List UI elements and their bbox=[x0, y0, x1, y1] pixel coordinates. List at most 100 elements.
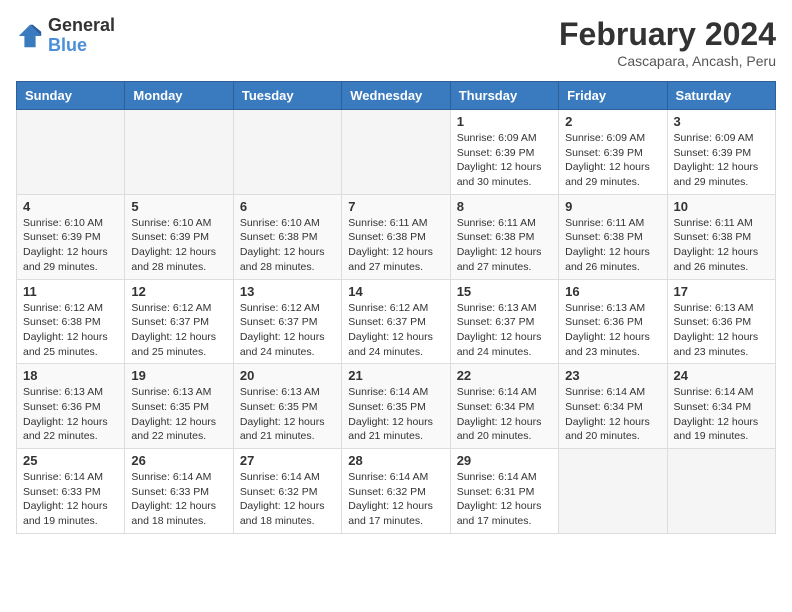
calendar-cell: 7 Sunrise: 6:11 AM Sunset: 6:38 PM Daylig… bbox=[342, 194, 450, 279]
calendar-cell bbox=[233, 110, 341, 195]
day-info: Sunrise: 6:09 AM Sunset: 6:39 PM Dayligh… bbox=[674, 131, 769, 190]
calendar-cell: 17 Sunrise: 6:13 AM Sunset: 6:36 PM Dayli… bbox=[667, 279, 775, 364]
day-info: Sunrise: 6:14 AM Sunset: 6:31 PM Dayligh… bbox=[457, 470, 552, 529]
day-number: 25 bbox=[23, 453, 118, 468]
day-info: Sunrise: 6:10 AM Sunset: 6:39 PM Dayligh… bbox=[131, 216, 226, 275]
day-number: 6 bbox=[240, 199, 335, 214]
calendar-cell: 4 Sunrise: 6:10 AM Sunset: 6:39 PM Daylig… bbox=[17, 194, 125, 279]
day-info: Sunrise: 6:13 AM Sunset: 6:37 PM Dayligh… bbox=[457, 301, 552, 360]
calendar-week-2: 4 Sunrise: 6:10 AM Sunset: 6:39 PM Daylig… bbox=[17, 194, 776, 279]
day-info: Sunrise: 6:11 AM Sunset: 6:38 PM Dayligh… bbox=[348, 216, 443, 275]
day-header-saturday: Saturday bbox=[667, 82, 775, 110]
day-info: Sunrise: 6:10 AM Sunset: 6:39 PM Dayligh… bbox=[23, 216, 118, 275]
logo-general: General Blue bbox=[48, 16, 115, 56]
calendar-week-1: 1 Sunrise: 6:09 AM Sunset: 6:39 PM Daylig… bbox=[17, 110, 776, 195]
day-info: Sunrise: 6:12 AM Sunset: 6:37 PM Dayligh… bbox=[348, 301, 443, 360]
day-number: 28 bbox=[348, 453, 443, 468]
calendar-cell: 1 Sunrise: 6:09 AM Sunset: 6:39 PM Daylig… bbox=[450, 110, 558, 195]
calendar-cell: 18 Sunrise: 6:13 AM Sunset: 6:36 PM Dayli… bbox=[17, 364, 125, 449]
day-number: 20 bbox=[240, 368, 335, 383]
calendar-cell: 9Sunrise: 6:11 AM Sunset: 6:38 PM Daylig… bbox=[559, 194, 667, 279]
day-header-sunday: Sunday bbox=[17, 82, 125, 110]
day-info: Sunrise: 6:14 AM Sunset: 6:33 PM Dayligh… bbox=[23, 470, 118, 529]
calendar-cell bbox=[559, 449, 667, 534]
day-number: 17 bbox=[674, 284, 769, 299]
calendar-cell bbox=[17, 110, 125, 195]
day-info: Sunrise: 6:14 AM Sunset: 6:35 PM Dayligh… bbox=[348, 385, 443, 444]
day-info: Sunrise: 6:11 AM Sunset: 6:38 PM Dayligh… bbox=[674, 216, 769, 275]
calendar-body: 1 Sunrise: 6:09 AM Sunset: 6:39 PM Daylig… bbox=[17, 110, 776, 534]
day-info: Sunrise: 6:11 AM Sunset: 6:38 PM Dayligh… bbox=[457, 216, 552, 275]
calendar-cell: 16 Sunrise: 6:13 AM Sunset: 6:36 PM Dayli… bbox=[559, 279, 667, 364]
calendar-cell: 29 Sunrise: 6:14 AM Sunset: 6:31 PM Dayli… bbox=[450, 449, 558, 534]
calendar-cell: 10 Sunrise: 6:11 AM Sunset: 6:38 PM Dayli… bbox=[667, 194, 775, 279]
day-info: Sunrise: 6:13 AM Sunset: 6:36 PM Dayligh… bbox=[23, 385, 118, 444]
calendar-cell bbox=[125, 110, 233, 195]
calendar-cell: 22 Sunrise: 6:14 AM Sunset: 6:34 PM Dayli… bbox=[450, 364, 558, 449]
day-info: Sunrise: 6:13 AM Sunset: 6:35 PM Dayligh… bbox=[131, 385, 226, 444]
day-info: Sunrise: 6:13 AM Sunset: 6:35 PM Dayligh… bbox=[240, 385, 335, 444]
calendar-cell: 13Sunrise: 6:12 AM Sunset: 6:37 PM Dayli… bbox=[233, 279, 341, 364]
day-number: 11 bbox=[23, 284, 118, 299]
day-number: 21 bbox=[348, 368, 443, 383]
day-header-wednesday: Wednesday bbox=[342, 82, 450, 110]
calendar-cell: 20 Sunrise: 6:13 AM Sunset: 6:35 PM Dayli… bbox=[233, 364, 341, 449]
calendar-cell: 12Sunrise: 6:12 AM Sunset: 6:37 PM Dayli… bbox=[125, 279, 233, 364]
day-info: Sunrise: 6:14 AM Sunset: 6:33 PM Dayligh… bbox=[131, 470, 226, 529]
day-number: 15 bbox=[457, 284, 552, 299]
day-number: 8 bbox=[457, 199, 552, 214]
day-number: 29 bbox=[457, 453, 552, 468]
calendar-cell bbox=[342, 110, 450, 195]
calendar-week-5: 25 Sunrise: 6:14 AM Sunset: 6:33 PM Dayli… bbox=[17, 449, 776, 534]
calendar-cell: 27 Sunrise: 6:14 AM Sunset: 6:32 PM Dayli… bbox=[233, 449, 341, 534]
calendar-cell bbox=[667, 449, 775, 534]
day-info: Sunrise: 6:12 AM Sunset: 6:38 PM Dayligh… bbox=[23, 301, 118, 360]
calendar-cell: 25 Sunrise: 6:14 AM Sunset: 6:33 PM Dayli… bbox=[17, 449, 125, 534]
day-number: 23 bbox=[565, 368, 660, 383]
day-number: 27 bbox=[240, 453, 335, 468]
day-number: 13 bbox=[240, 284, 335, 299]
day-number: 3 bbox=[674, 114, 769, 129]
calendar-cell: 14Sunrise: 6:12 AM Sunset: 6:37 PM Dayli… bbox=[342, 279, 450, 364]
calendar-cell: 2 Sunrise: 6:09 AM Sunset: 6:39 PM Daylig… bbox=[559, 110, 667, 195]
calendar-cell: 6 Sunrise: 6:10 AM Sunset: 6:38 PM Daylig… bbox=[233, 194, 341, 279]
day-info: Sunrise: 6:14 AM Sunset: 6:34 PM Dayligh… bbox=[457, 385, 552, 444]
calendar-cell: 8 Sunrise: 6:11 AM Sunset: 6:38 PM Daylig… bbox=[450, 194, 558, 279]
day-number: 2 bbox=[565, 114, 660, 129]
day-header-friday: Friday bbox=[559, 82, 667, 110]
day-info: Sunrise: 6:13 AM Sunset: 6:36 PM Dayligh… bbox=[565, 301, 660, 360]
day-info: Sunrise: 6:13 AM Sunset: 6:36 PM Dayligh… bbox=[674, 301, 769, 360]
logo-icon bbox=[16, 22, 44, 50]
day-info: Sunrise: 6:14 AM Sunset: 6:34 PM Dayligh… bbox=[674, 385, 769, 444]
day-number: 10 bbox=[674, 199, 769, 214]
calendar-cell: 19Sunrise: 6:13 AM Sunset: 6:35 PM Dayli… bbox=[125, 364, 233, 449]
calendar-cell: 5 Sunrise: 6:10 AM Sunset: 6:39 PM Daylig… bbox=[125, 194, 233, 279]
day-info: Sunrise: 6:14 AM Sunset: 6:32 PM Dayligh… bbox=[240, 470, 335, 529]
day-number: 26 bbox=[131, 453, 226, 468]
day-number: 22 bbox=[457, 368, 552, 383]
calendar-cell: 26 Sunrise: 6:14 AM Sunset: 6:33 PM Dayli… bbox=[125, 449, 233, 534]
logo: General Blue bbox=[16, 16, 115, 56]
day-info: Sunrise: 6:10 AM Sunset: 6:38 PM Dayligh… bbox=[240, 216, 335, 275]
day-number: 9 bbox=[565, 199, 660, 214]
day-number: 16 bbox=[565, 284, 660, 299]
location: Cascapara, Ancash, Peru bbox=[559, 53, 776, 69]
day-number: 24 bbox=[674, 368, 769, 383]
day-header-tuesday: Tuesday bbox=[233, 82, 341, 110]
calendar-week-4: 18 Sunrise: 6:13 AM Sunset: 6:36 PM Dayli… bbox=[17, 364, 776, 449]
day-header-monday: Monday bbox=[125, 82, 233, 110]
day-number: 4 bbox=[23, 199, 118, 214]
month-year: February 2024 bbox=[559, 16, 776, 53]
calendar: SundayMondayTuesdayWednesdayThursdayFrid… bbox=[16, 81, 776, 534]
title-area: February 2024 Cascapara, Ancash, Peru bbox=[559, 16, 776, 69]
calendar-cell: 21 Sunrise: 6:14 AM Sunset: 6:35 PM Dayli… bbox=[342, 364, 450, 449]
calendar-cell: 11 Sunrise: 6:12 AM Sunset: 6:38 PM Dayli… bbox=[17, 279, 125, 364]
day-number: 18 bbox=[23, 368, 118, 383]
day-info: Sunrise: 6:12 AM Sunset: 6:37 PM Dayligh… bbox=[131, 301, 226, 360]
day-info: Sunrise: 6:09 AM Sunset: 6:39 PM Dayligh… bbox=[457, 131, 552, 190]
day-number: 7 bbox=[348, 199, 443, 214]
day-number: 1 bbox=[457, 114, 552, 129]
day-number: 5 bbox=[131, 199, 226, 214]
day-info: Sunrise: 6:09 AM Sunset: 6:39 PM Dayligh… bbox=[565, 131, 660, 190]
calendar-cell: 23Sunrise: 6:14 AM Sunset: 6:34 PM Dayli… bbox=[559, 364, 667, 449]
